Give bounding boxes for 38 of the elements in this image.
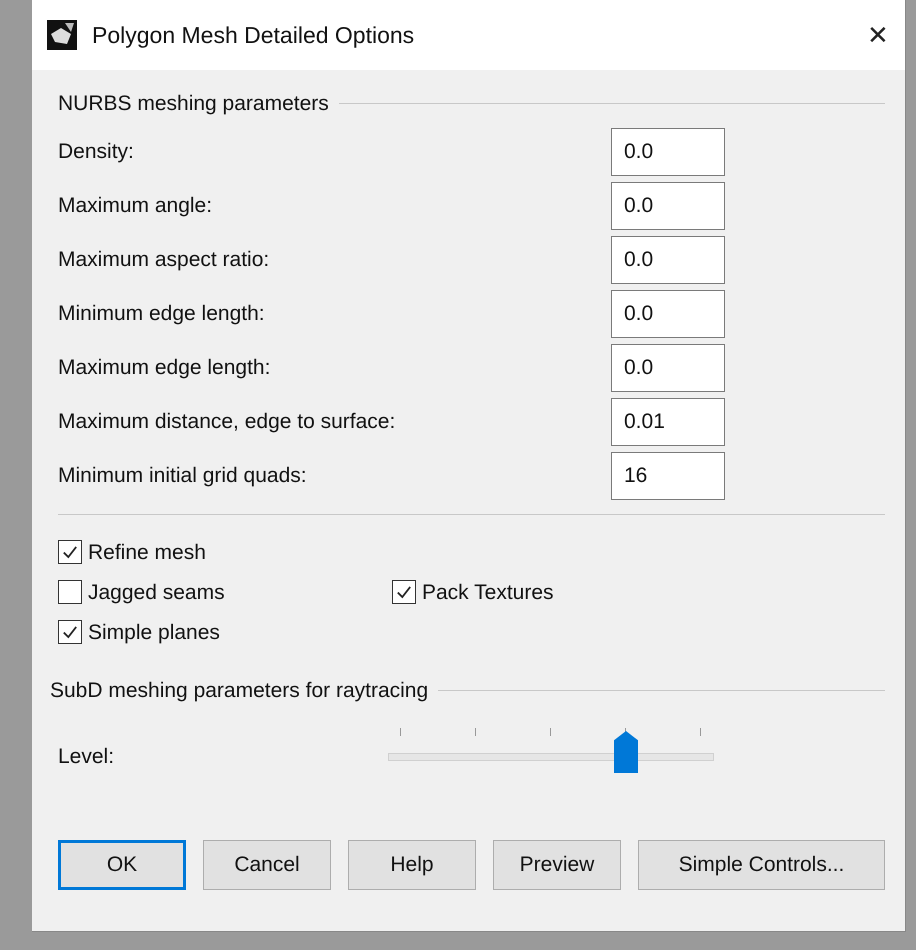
slider-thumb[interactable] [614,731,638,773]
input-field[interactable]: 0.0 [611,236,725,284]
field-label: Minimum edge length: [58,300,266,327]
checkbox-option[interactable]: Refine mesh [58,536,392,568]
close-button[interactable]: ✕ [867,22,889,48]
checkbox[interactable] [392,580,416,604]
window-title: Polygon Mesh Detailed Options [92,20,414,50]
dialog-button[interactable]: Cancel [203,840,331,890]
tick-mark [700,728,701,736]
checkbox[interactable] [58,620,82,644]
dialog-button[interactable]: Simple Controls... [638,840,885,890]
app-logo-icon [46,20,78,50]
checkbox-option[interactable]: Pack Textures [392,576,726,608]
field-label: Density: [58,138,135,165]
group-heading: SubD meshing parameters for raytracing [50,678,428,704]
input-field[interactable]: 0.0 [611,182,725,230]
dialog-button[interactable]: OK [58,840,186,890]
field-label: Minimum initial grid quads: [58,462,308,489]
field-label: Maximum aspect ratio: [58,246,270,273]
input-field[interactable]: 0.0 [611,290,725,338]
input-field[interactable]: 0.0 [611,344,725,392]
slider-label: Level: [58,744,116,770]
tick-mark [475,728,476,736]
checkbox-option[interactable]: Simple planes [58,616,392,648]
input-field[interactable]: 16 [611,452,725,500]
input-field[interactable]: 0.01 [611,398,725,446]
dialog-button[interactable]: Help [348,840,476,890]
checkbox-option[interactable]: Jagged seams [58,576,392,608]
field-label: Maximum edge length: [58,354,272,381]
field-label: Maximum distance, edge to surface: [58,408,396,435]
dialog-button[interactable]: Preview [493,840,621,890]
checkbox[interactable] [58,540,82,564]
tick-mark [550,728,551,736]
checkbox[interactable] [58,580,82,604]
input-field[interactable]: 0.0 [611,128,725,176]
tick-mark [400,728,401,736]
group-heading: NURBS meshing parameters [58,91,329,117]
field-label: Maximum angle: [58,192,214,219]
